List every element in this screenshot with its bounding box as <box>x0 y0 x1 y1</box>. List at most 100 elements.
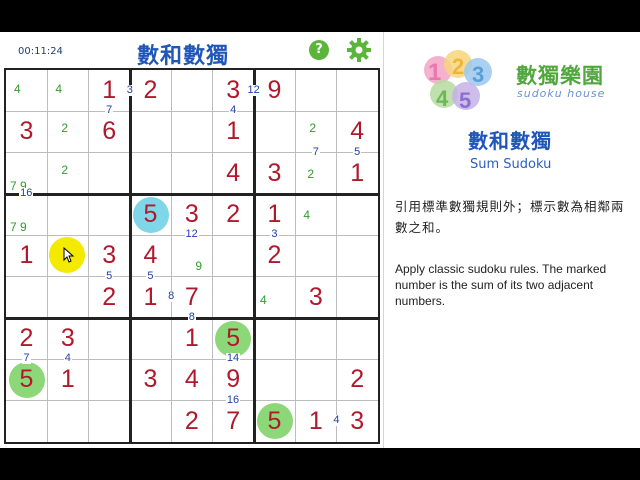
given-digit: 5 <box>143 200 158 228</box>
sum-clue: 7 <box>22 352 31 365</box>
svg-text:3: 3 <box>472 62 484 87</box>
board-cell[interactable] <box>88 152 131 195</box>
candidate-mark: 9 <box>195 259 203 274</box>
board-cell[interactable] <box>88 194 131 236</box>
logo-text-en: sudoku house <box>517 87 606 100</box>
board-cell[interactable] <box>171 70 213 112</box>
board-cell[interactable] <box>295 194 337 236</box>
board-cell[interactable] <box>254 359 296 401</box>
sum-clue: 12 <box>184 228 199 241</box>
board-cell[interactable] <box>88 318 131 360</box>
sum-clue: 12 <box>246 83 261 96</box>
mouse-cursor-icon <box>63 247 75 264</box>
given-digit: 2 <box>350 365 365 394</box>
sum-clue: 5 <box>353 145 362 158</box>
given-digit: 3 <box>308 282 323 311</box>
given-digit: 3 <box>143 365 158 394</box>
board-cell[interactable] <box>171 235 213 277</box>
board-cell[interactable] <box>254 318 296 360</box>
sum-clue: 4 <box>229 104 238 117</box>
board-cell[interactable] <box>130 152 172 195</box>
sum-clue: 8 <box>167 290 176 303</box>
rules-zh: 引用標準數獨規則外；標示數為相鄰兩數之和。 <box>395 199 625 235</box>
rules-en: Apply classic sudoku rules. The marked n… <box>395 262 607 308</box>
board-cell[interactable] <box>88 359 131 401</box>
board-cell[interactable] <box>47 70 89 112</box>
candidate-mark: 4 <box>303 208 311 222</box>
sum-clue: 4 <box>63 352 72 365</box>
board-cell[interactable] <box>295 235 337 277</box>
board-cell[interactable] <box>130 111 172 153</box>
board-cell[interactable] <box>336 70 379 112</box>
candidate-mark: 4 <box>55 82 63 96</box>
board-cell[interactable] <box>89 400 131 443</box>
candidate-mark: 4 <box>14 82 21 96</box>
candidate-mark: 2 <box>61 121 69 136</box>
board-cell[interactable] <box>130 318 172 360</box>
sum-clue: 5 <box>105 269 114 282</box>
svg-text:4: 4 <box>436 86 449 111</box>
sum-clue: 7 <box>105 104 114 117</box>
candidate-mark: 2 <box>307 166 315 181</box>
timer: 00:11:24 <box>18 46 63 57</box>
candidate-mark: 7 9 <box>10 220 27 234</box>
board-cell[interactable] <box>6 276 48 319</box>
sum-clue: 3 <box>125 83 134 96</box>
given-digit: 1 <box>308 406 323 435</box>
info-panel: 1 2 3 4 5 數獨樂園 sudoku house 數和數獨 Sum Sud… <box>384 32 640 448</box>
board-cell[interactable] <box>212 276 255 319</box>
board-cell[interactable] <box>336 194 379 236</box>
given-digit: 2 <box>226 200 241 228</box>
given-digit: 1 <box>143 282 158 311</box>
board-cell[interactable] <box>130 400 172 443</box>
given-digit: 2 <box>267 241 282 270</box>
given-digit: 3 <box>267 158 282 187</box>
given-digit: 5 <box>19 365 34 394</box>
given-digit: 2 <box>102 282 117 311</box>
given-digit: 1 <box>226 117 241 146</box>
board-cell[interactable] <box>212 235 255 277</box>
help-button[interactable]: ? <box>309 40 329 60</box>
given-digit: 4 <box>184 365 199 394</box>
sum-clue: 14 <box>225 352 241 365</box>
given-digit: 7 <box>226 406 241 435</box>
board-cell[interactable] <box>171 152 213 195</box>
given-digit: 3 <box>19 117 34 146</box>
given-digit: 1 <box>60 365 75 394</box>
sum-clue: 7 <box>311 145 320 158</box>
board-cell[interactable] <box>336 318 379 360</box>
sum-clue: 3 <box>270 228 279 241</box>
board-cell[interactable] <box>295 70 337 112</box>
puzzle-title-en: Sum Sudoku <box>470 157 552 172</box>
board-cell[interactable] <box>295 359 337 401</box>
candidate-mark: 2 <box>309 121 317 136</box>
svg-text:1: 1 <box>428 59 441 86</box>
board-cell[interactable] <box>336 235 379 277</box>
board-cell[interactable] <box>295 318 337 360</box>
board-cell[interactable] <box>6 400 48 443</box>
sum-clue: 16 <box>225 393 241 406</box>
given-digit: 2 <box>143 76 158 104</box>
sum-clue: 16 <box>19 187 34 199</box>
sum-clue: 8 <box>187 311 196 323</box>
board-cell[interactable] <box>171 111 213 153</box>
given-digit: 1 <box>184 324 199 352</box>
board-cell[interactable] <box>47 400 89 443</box>
board-cell[interactable] <box>254 111 296 153</box>
puzzle-title-zh: 數和數獨 <box>468 129 552 153</box>
board-cell[interactable] <box>6 70 48 112</box>
given-digit: 1 <box>350 158 365 187</box>
sum-clue: 4 <box>332 414 341 427</box>
board-cell[interactable] <box>47 152 89 195</box>
given-digit: 1 <box>19 241 34 270</box>
board-cell[interactable] <box>295 152 337 195</box>
board-cell[interactable] <box>47 111 89 153</box>
board-cell[interactable] <box>336 277 379 319</box>
game-panel: 00:11:24 數和數獨 ? 123936144315321134221732… <box>0 32 384 448</box>
board-cell[interactable] <box>47 276 89 319</box>
gear-icon[interactable] <box>347 38 371 62</box>
svg-text:5: 5 <box>459 88 471 113</box>
board-cell[interactable] <box>47 194 89 236</box>
game-title: 數和數獨 <box>137 43 230 69</box>
given-digit: 2 <box>184 406 199 435</box>
